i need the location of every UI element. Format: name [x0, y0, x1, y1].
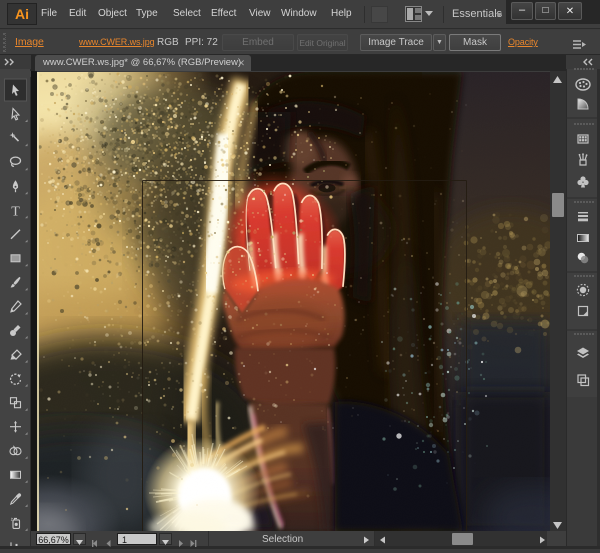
svg-text:T: T	[11, 204, 20, 219]
